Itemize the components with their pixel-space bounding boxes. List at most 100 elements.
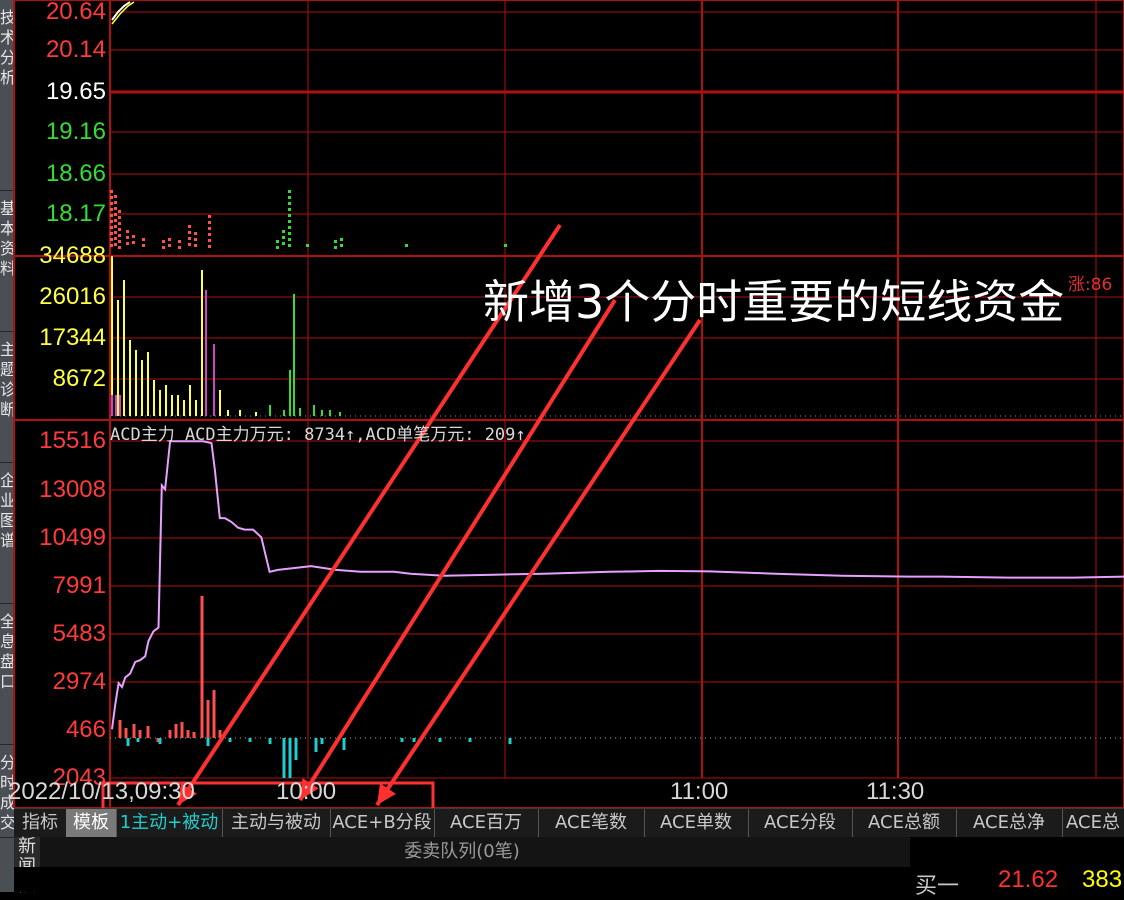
time-axis-label: 11:30 bbox=[866, 778, 925, 805]
price-dot bbox=[288, 232, 291, 235]
indicator-tab-2[interactable]: 1主动+被动 bbox=[116, 809, 223, 837]
price-dot bbox=[132, 235, 135, 238]
price-dot bbox=[114, 237, 117, 240]
price-dot bbox=[110, 196, 113, 199]
indicator-header: ACD主力 ACD主力万元: 8734↑,ACD单笔万元: 209↑ bbox=[110, 425, 526, 445]
chart-frame bbox=[13, 0, 1124, 808]
price-axis-label: 20.64 bbox=[45, 0, 106, 25]
price-dot bbox=[188, 237, 191, 240]
price-axis-label: 20.14 bbox=[45, 36, 106, 63]
indicator-tab-5[interactable]: ACE百万 bbox=[434, 809, 539, 837]
price-dot bbox=[194, 238, 197, 241]
sell-queue-label: 委卖队列(0笔) bbox=[14, 837, 910, 867]
price-dot bbox=[288, 214, 291, 217]
annotation-arrowhead bbox=[377, 783, 396, 805]
price-dot bbox=[114, 201, 117, 204]
price-dot bbox=[110, 202, 113, 205]
indicator-tab-7[interactable]: ACE单数 bbox=[644, 809, 749, 837]
price-dot bbox=[114, 243, 117, 246]
price-dot bbox=[288, 208, 291, 211]
price-dot bbox=[188, 225, 191, 228]
price-dot bbox=[188, 231, 191, 234]
price-dot bbox=[110, 232, 113, 235]
avg-price-line bbox=[111, 1, 135, 25]
bid1-label: 买一 bbox=[915, 874, 960, 899]
volume-axis-label: 26016 bbox=[39, 283, 106, 310]
price-dot bbox=[142, 244, 145, 247]
price-dot bbox=[306, 244, 309, 247]
price-dot bbox=[276, 240, 279, 243]
price-dot bbox=[288, 196, 291, 199]
price-dot bbox=[118, 234, 121, 237]
acd-main-force-line bbox=[111, 440, 1124, 730]
price-dot bbox=[114, 195, 117, 198]
price-dot bbox=[208, 215, 211, 218]
indicator-tab-4[interactable]: ACE+B分段 bbox=[330, 809, 435, 837]
indicator-tab-8[interactable]: ACE分段 bbox=[748, 809, 853, 837]
price-dot bbox=[208, 239, 211, 242]
price-dot bbox=[340, 244, 343, 247]
price-dot bbox=[142, 238, 145, 241]
price-dot bbox=[118, 240, 121, 243]
right-change-label: 涨:86 bbox=[1068, 275, 1113, 295]
price-axis-label: 18.17 bbox=[45, 200, 106, 227]
price-dot bbox=[188, 243, 191, 246]
price-dot bbox=[118, 228, 121, 231]
indicator-tab-bar: 指标 模板 1主动+被动 主动与被动 ACE+B分段 ACE百万 ACE笔数 ACE单数 ACE… bbox=[14, 808, 1124, 837]
price-dot bbox=[288, 190, 291, 193]
price-dot bbox=[118, 210, 121, 213]
indicator-tab-10[interactable]: ACE总净 bbox=[956, 809, 1063, 837]
annotation-text: 新增3个分时重要的短线资金 bbox=[483, 275, 1065, 329]
indicator-tab-9[interactable]: ACE总额 bbox=[852, 809, 957, 837]
time-axis-label: 11:00 bbox=[670, 778, 729, 805]
price-dot bbox=[194, 244, 197, 247]
price-dot bbox=[110, 220, 113, 223]
volume-axis-label: 34688 bbox=[39, 242, 106, 269]
indicator-axis-label: 5483 bbox=[52, 620, 106, 647]
price-dot bbox=[110, 226, 113, 229]
price-dot bbox=[118, 246, 121, 249]
price-dot bbox=[168, 238, 171, 241]
bid1-price: 21.62 bbox=[998, 866, 1059, 893]
price-dot bbox=[178, 246, 181, 249]
price-dot bbox=[178, 240, 181, 243]
price-dot bbox=[405, 244, 408, 247]
indicator-tab-3[interactable]: 主动与被动 bbox=[222, 809, 331, 837]
price-dot bbox=[340, 238, 343, 241]
price-dot bbox=[334, 240, 337, 243]
price-dot bbox=[504, 244, 507, 247]
price-dot bbox=[288, 202, 291, 205]
price-dot bbox=[110, 238, 113, 241]
indicator-axis-label: 10499 bbox=[39, 524, 106, 551]
price-dot bbox=[118, 216, 121, 219]
price-dot bbox=[208, 221, 211, 224]
price-dot bbox=[162, 240, 165, 243]
indicator-axis-label: 7991 bbox=[52, 572, 106, 599]
intraday-chart bbox=[13, 0, 1124, 808]
price-dot bbox=[208, 227, 211, 230]
price-dot bbox=[194, 232, 197, 235]
indicator-tab-0[interactable]: 指标 bbox=[14, 809, 67, 837]
price-dot bbox=[288, 238, 291, 241]
indicator-tab-11[interactable]: ACE总 bbox=[1062, 809, 1124, 837]
time-axis-label: 10:00 bbox=[276, 778, 337, 805]
time-axis-label: 2022/10/13,09:30 bbox=[8, 778, 195, 805]
price-dot bbox=[126, 242, 129, 245]
price-dot bbox=[334, 246, 337, 249]
price-axis-label: 19.16 bbox=[45, 118, 106, 145]
price-dot bbox=[288, 220, 291, 223]
indicator-tab-1[interactable]: 模板 bbox=[66, 809, 117, 837]
price-dot bbox=[208, 233, 211, 236]
price-dot bbox=[110, 244, 113, 247]
price-dot bbox=[110, 208, 113, 211]
indicator-tab-6[interactable]: ACE笔数 bbox=[538, 809, 645, 837]
price-dot bbox=[114, 231, 117, 234]
indicator-axis-label: 466 bbox=[65, 716, 106, 743]
price-axis-label: 19.65 bbox=[45, 78, 106, 105]
bid1-volume: 383 bbox=[1082, 866, 1123, 893]
annotation-arrow bbox=[375, 318, 702, 807]
price-dot bbox=[288, 226, 291, 229]
price-dot bbox=[110, 214, 113, 217]
price-dot bbox=[208, 245, 211, 248]
price-dot bbox=[168, 244, 171, 247]
